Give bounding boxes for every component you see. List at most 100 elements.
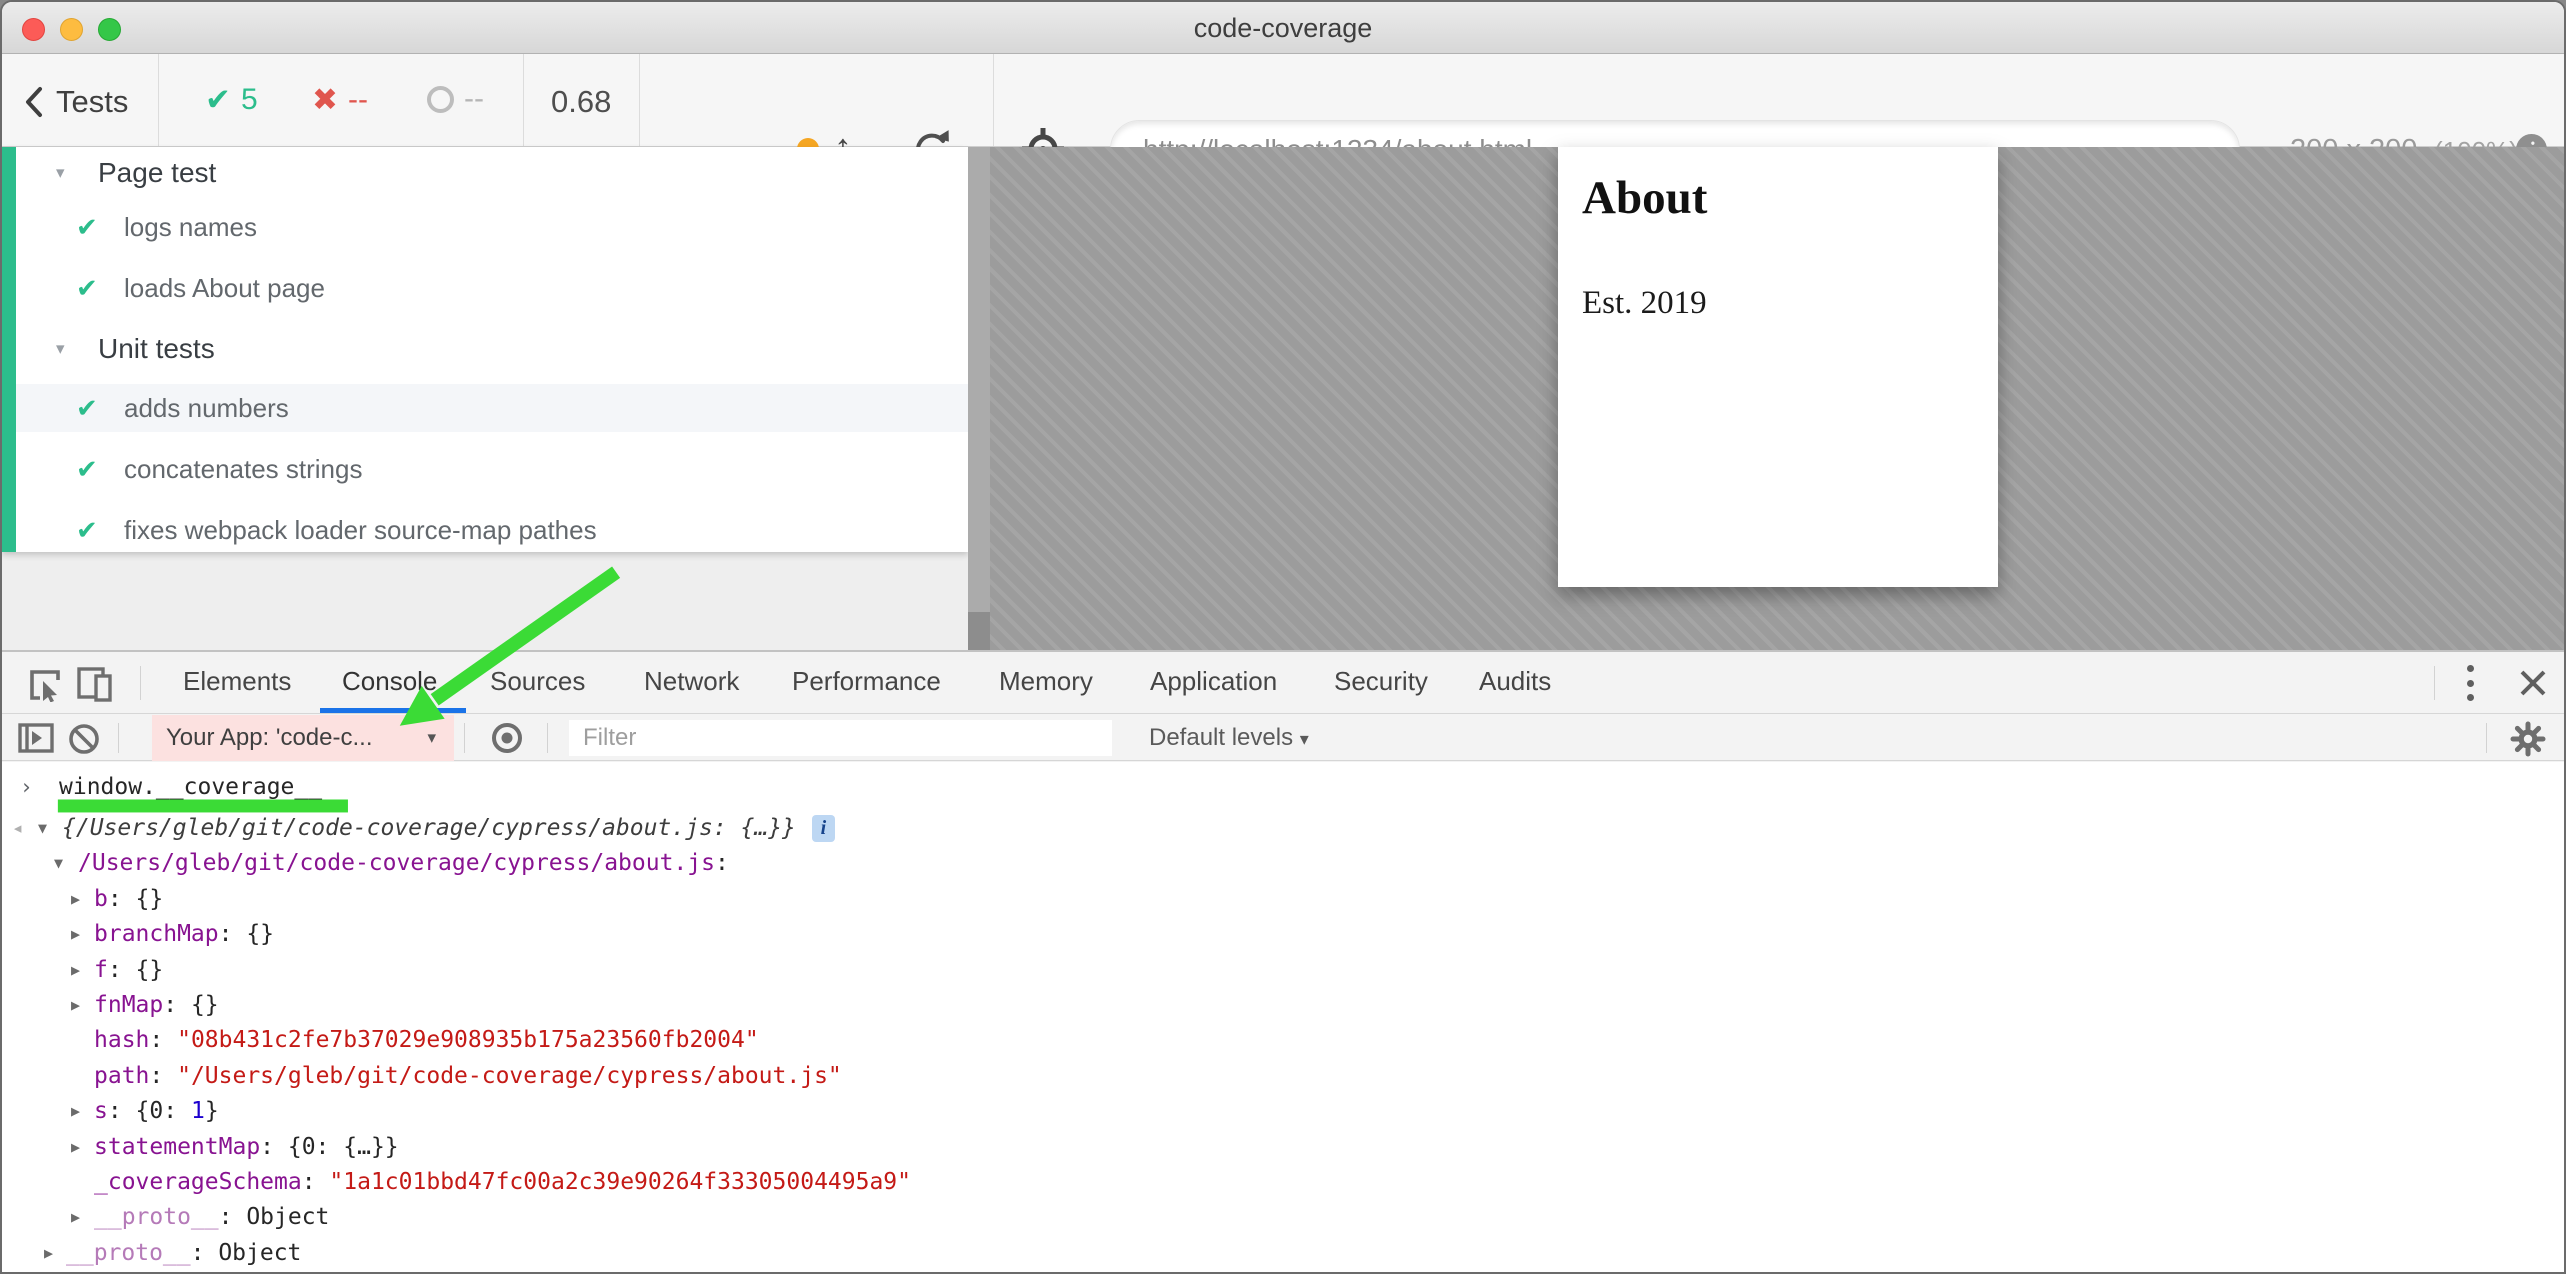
test-item-label: loads About page <box>124 273 325 304</box>
test-item-row[interactable]: ✔loads About page <box>16 264 968 312</box>
panel-divider-scrollbar[interactable] <box>968 147 990 652</box>
console-object-row: ▼/Users/gleb/git/code-coverage/cypress/a… <box>2 846 2564 881</box>
console-toolbar-separator <box>2486 723 2487 753</box>
tabbar-separator <box>2434 666 2435 700</box>
console-object-row: _coverageSchema: "1a1c01bbd47fc00a2c39e9… <box>2 1165 2564 1200</box>
tree-expander-closed-icon[interactable]: ▶ <box>71 1130 80 1165</box>
devtools-panel: Elements Console Sources Network Performance… <box>2 650 2564 1274</box>
console-command-row: ›window.__coverage__ <box>2 767 2564 811</box>
log-levels-dropdown[interactable]: Default levels ▾ <box>1149 724 1309 752</box>
console-filter-input[interactable] <box>569 720 1112 756</box>
live-expression-button[interactable] <box>490 722 524 759</box>
execution-context-selector[interactable]: Your App: 'code-c... ▾ <box>152 715 454 761</box>
test-item-row[interactable]: ✔adds numbers <box>16 384 968 432</box>
console-prompt-icon: › <box>20 767 33 807</box>
console-text-segment: "1a1c01bbd47fc00a2c39e90264f33305004495a… <box>329 1169 911 1195</box>
scrollbar-thumb[interactable] <box>968 612 990 652</box>
console-text-segment: : {} <box>219 921 274 947</box>
tab-elements[interactable]: Elements <box>183 666 291 697</box>
pending-circle-icon <box>427 86 454 113</box>
app-under-test: About Est. 2019 <box>1558 147 1998 587</box>
console-text-segment: : {} <box>108 957 163 983</box>
tree-expander-open-icon[interactable]: ▼ <box>38 811 47 846</box>
devtools-close-button[interactable] <box>2518 668 2548 703</box>
sidebar-panel-icon <box>18 723 54 753</box>
about-subtext: Est. 2019 <box>1582 285 1998 322</box>
clear-console-button[interactable] <box>68 723 100 760</box>
x-icon: ✖ <box>312 82 338 118</box>
test-item-row[interactable]: ✔concatenates strings <box>16 445 968 493</box>
console-toolbar-separator <box>118 723 119 753</box>
inspect-element-button[interactable] <box>28 668 64 707</box>
console-object-row: path: "/Users/gleb/git/code-coverage/cyp… <box>2 1059 2564 1094</box>
console-text-segment: : {0: {…}} <box>260 1134 398 1160</box>
tab-security[interactable]: Security <box>1334 666 1428 697</box>
test-list-panel: ▾Page test✔logs names✔loads About page▾U… <box>2 147 968 552</box>
test-passed-check-icon: ✔ <box>76 212 124 243</box>
about-heading: About <box>1582 171 1998 225</box>
console-output: ›window.__coverage__◂▼{/Users/gleb/git/c… <box>2 762 2564 1274</box>
console-sidebar-toggle[interactable] <box>18 723 54 758</box>
console-text-segment: _coverageSchema <box>94 1169 302 1195</box>
console-object-row: ▶__proto__: Object <box>2 1200 2564 1235</box>
tree-expander-closed-icon[interactable]: ▶ <box>44 1236 53 1271</box>
content-area: ▾Page test✔logs names✔loads About page▾U… <box>2 147 2564 652</box>
tab-memory[interactable]: Memory <box>999 666 1093 697</box>
device-toolbar-icon <box>76 666 114 702</box>
section-label: Page test <box>98 157 216 189</box>
tree-expander-closed-icon[interactable]: ▶ <box>71 1200 80 1235</box>
chevron-left-icon <box>24 86 44 118</box>
tree-expander-closed-icon[interactable]: ▶ <box>71 1094 80 1129</box>
console-text-segment: : <box>149 1027 177 1053</box>
tab-performance[interactable]: Performance <box>792 666 941 697</box>
console-object-row: ▶b: {} <box>2 882 2564 917</box>
test-passed-check-icon: ✔ <box>76 454 124 485</box>
console-object-row: ▶branchMap: {} <box>2 917 2564 952</box>
tab-sources[interactable]: Sources <box>490 666 585 697</box>
test-item-row[interactable]: ✔logs names <box>16 203 968 251</box>
console-settings-button[interactable] <box>2510 721 2546 762</box>
tree-expander-closed-icon[interactable]: ▶ <box>71 917 80 952</box>
tree-expander-closed-icon[interactable]: ▶ <box>71 953 80 988</box>
tab-network[interactable]: Network <box>644 666 739 697</box>
toolbar-separator <box>523 54 524 146</box>
tests-label: Tests <box>56 84 128 120</box>
console-object-row: ▶f: {} <box>2 953 2564 988</box>
console-toolbar: Your App: 'code-c... ▾ Default levels ▾ <box>2 715 2564 761</box>
passed-count: ✔ 5 <box>205 82 258 118</box>
devtools-menu-button[interactable] <box>2462 665 2478 701</box>
section-label: Unit tests <box>98 333 215 365</box>
console-text-segment: : Object <box>219 1204 330 1230</box>
check-icon: ✔ <box>205 82 231 118</box>
back-to-tests-button[interactable]: Tests <box>24 82 128 122</box>
collapse-triangle-icon: ▾ <box>56 339 98 359</box>
tree-expander-closed-icon[interactable]: ▶ <box>71 882 80 917</box>
gear-icon <box>2510 721 2546 757</box>
test-item-row[interactable]: ✔fixes webpack loader source-map pathes <box>16 506 968 554</box>
device-toolbar-button[interactable] <box>76 666 114 707</box>
tab-audits[interactable]: Audits <box>1479 666 1551 697</box>
test-section-header[interactable]: ▾Page test <box>16 149 968 197</box>
test-passed-check-icon: ✔ <box>76 393 124 424</box>
return-value-icon: ◂ <box>12 811 23 846</box>
console-text-segment: : {} <box>108 886 163 912</box>
eye-icon <box>490 722 524 754</box>
close-icon <box>2518 668 2548 698</box>
toolbar-separator <box>993 54 994 146</box>
console-text-segment: : Object <box>191 1240 302 1266</box>
object-info-badge[interactable]: i <box>812 815 835 842</box>
console-toolbar-separator <box>547 723 548 753</box>
chevron-down-icon: ▾ <box>427 715 436 761</box>
tree-expander-open-icon[interactable]: ▼ <box>54 846 63 881</box>
context-label: Your App: 'code-c... <box>166 724 373 751</box>
failed-count: ✖ -- <box>312 82 368 118</box>
console-toolbar-separator <box>464 723 465 753</box>
tree-expander-closed-icon[interactable]: ▶ <box>71 988 80 1023</box>
toolbar-separator <box>158 54 159 146</box>
console-text-segment: : {0: <box>108 1098 191 1124</box>
tab-application[interactable]: Application <box>1150 666 1277 697</box>
console-text-segment: fnMap <box>94 992 163 1018</box>
test-section-header[interactable]: ▾Unit tests <box>16 325 968 373</box>
console-object-row: hash: "08b431c2fe7b37029e908935b175a2356… <box>2 1023 2564 1058</box>
tab-console[interactable]: Console <box>342 666 437 697</box>
